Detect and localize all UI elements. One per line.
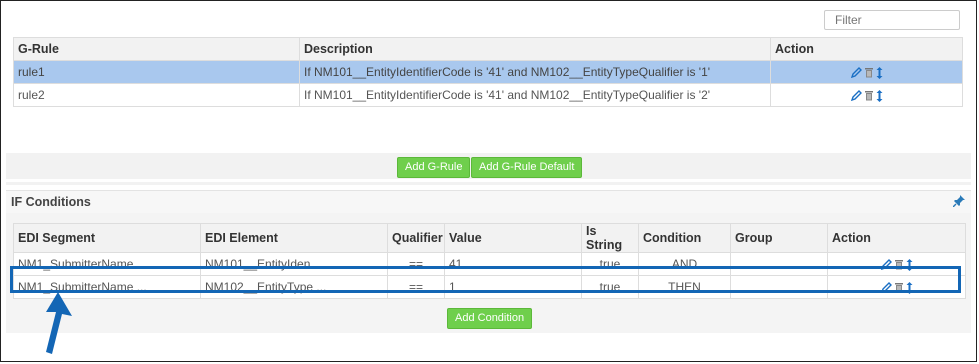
grule-cell-rule: rule1 bbox=[13, 60, 300, 84]
add-condition-button[interactable]: Add Condition bbox=[447, 308, 533, 329]
col-header-qualifier: Qualifier bbox=[387, 223, 445, 253]
cell-condition: THEN bbox=[638, 275, 731, 299]
grule-cell-action bbox=[770, 83, 963, 107]
col-header-edi-element: EDI Element bbox=[200, 223, 388, 253]
cell-is-string: true bbox=[581, 275, 639, 299]
grule-row[interactable]: rule2 If NM101__EntityIdentifierCode is … bbox=[13, 83, 963, 107]
grule-cell-rule: rule2 bbox=[13, 83, 300, 107]
condition-row[interactable]: NM1_SubmitterName ... NM101__EntityIden … bbox=[13, 252, 966, 276]
grule-col-header-rule: G-Rule bbox=[13, 37, 300, 61]
cell-condition: AND bbox=[638, 252, 731, 276]
trash-icon[interactable] bbox=[894, 259, 904, 270]
col-header-action: Action bbox=[827, 223, 966, 253]
cell-group bbox=[730, 275, 828, 299]
edit-pencil-icon[interactable] bbox=[880, 282, 892, 294]
cell-action bbox=[827, 275, 966, 299]
col-header-edi-segment: EDI Segment bbox=[13, 223, 201, 253]
edit-pencil-icon[interactable] bbox=[850, 90, 862, 102]
if-conditions-title: IF Conditions bbox=[11, 195, 91, 209]
if-conditions-table: EDI Segment EDI Element Qualifier Value … bbox=[13, 223, 966, 299]
trash-icon[interactable] bbox=[864, 67, 874, 78]
cell-group bbox=[730, 252, 828, 276]
col-header-is-string: Is String bbox=[581, 223, 639, 253]
grule-cell-description: If NM101__EntityIdentifierCode is '41' a… bbox=[299, 83, 771, 107]
col-header-group: Group bbox=[730, 223, 828, 253]
cell-edi-element-link[interactable]: NM102__EntityType ... bbox=[200, 275, 388, 299]
add-grule-default-button[interactable]: Add G-Rule Default bbox=[471, 157, 583, 178]
cell-value: 1 bbox=[444, 275, 582, 299]
cell-edi-segment-link[interactable]: NM1_SubmitterName ... bbox=[13, 252, 201, 276]
cell-edi-element-link[interactable]: NM101__EntityIden ... bbox=[200, 252, 388, 276]
trash-icon[interactable] bbox=[864, 90, 874, 101]
cell-qualifier: == bbox=[387, 275, 445, 299]
reorder-arrows-icon[interactable] bbox=[906, 281, 913, 294]
edit-pencil-icon[interactable] bbox=[880, 259, 892, 271]
cell-is-string: true bbox=[581, 252, 639, 276]
grule-header-row: G-Rule Description Action bbox=[13, 37, 963, 61]
filter-input[interactable] bbox=[824, 10, 960, 30]
edit-pencil-icon[interactable] bbox=[850, 67, 862, 79]
divider bbox=[6, 182, 971, 185]
cell-qualifier: == bbox=[387, 252, 445, 276]
grule-cell-action bbox=[770, 60, 963, 84]
cell-action bbox=[827, 252, 966, 276]
condition-row[interactable]: NM1_SubmitterName ... NM102__EntityType … bbox=[13, 275, 966, 299]
grule-cell-description: If NM101__EntityIdentifierCode is '41' a… bbox=[299, 60, 771, 84]
trash-icon[interactable] bbox=[894, 282, 904, 293]
col-header-value: Value bbox=[444, 223, 582, 253]
reorder-arrows-icon[interactable] bbox=[876, 89, 883, 102]
add-grule-button[interactable]: Add G-Rule bbox=[397, 157, 471, 178]
col-header-condition: Condition bbox=[638, 223, 731, 253]
grule-col-header-description: Description bbox=[299, 37, 771, 61]
grule-col-header-action: Action bbox=[770, 37, 963, 61]
callout-arrow-icon bbox=[46, 292, 72, 354]
conditions-header-row: EDI Segment EDI Element Qualifier Value … bbox=[13, 223, 966, 253]
reorder-arrows-icon[interactable] bbox=[906, 258, 913, 271]
collapse-pin-icon[interactable] bbox=[953, 195, 965, 207]
grule-table: G-Rule Description Action rule1 If NM101… bbox=[13, 37, 963, 107]
if-conditions-header: IF Conditions bbox=[6, 190, 971, 213]
reorder-arrows-icon[interactable] bbox=[876, 66, 883, 79]
cell-value: 41 bbox=[444, 252, 582, 276]
grule-row[interactable]: rule1 If NM101__EntityIdentifierCode is … bbox=[13, 60, 963, 84]
